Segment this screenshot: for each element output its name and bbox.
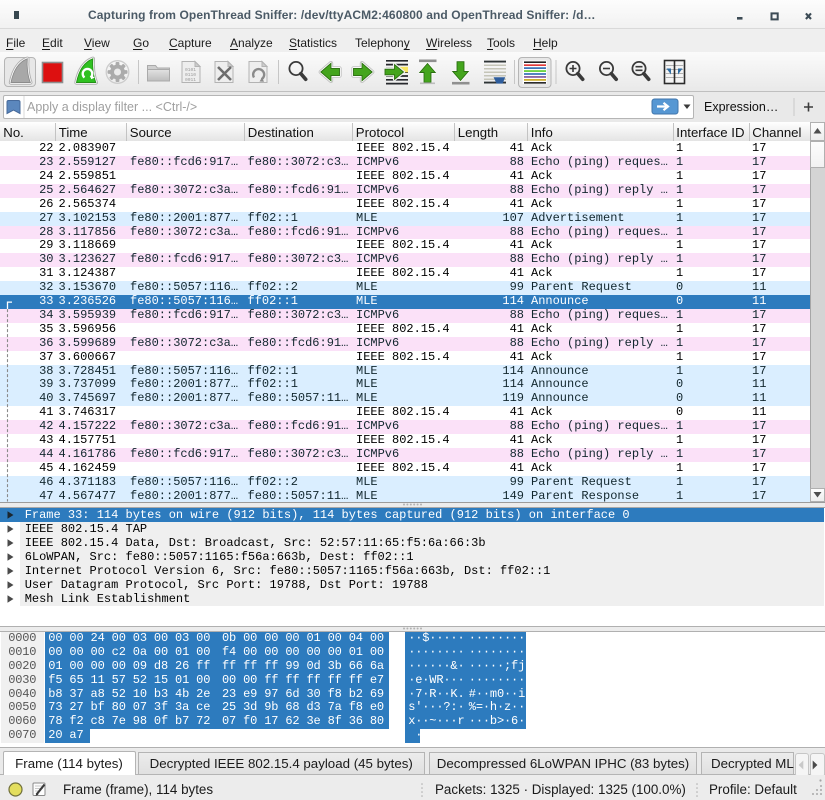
svg-text:0011: 0011 (185, 77, 196, 83)
